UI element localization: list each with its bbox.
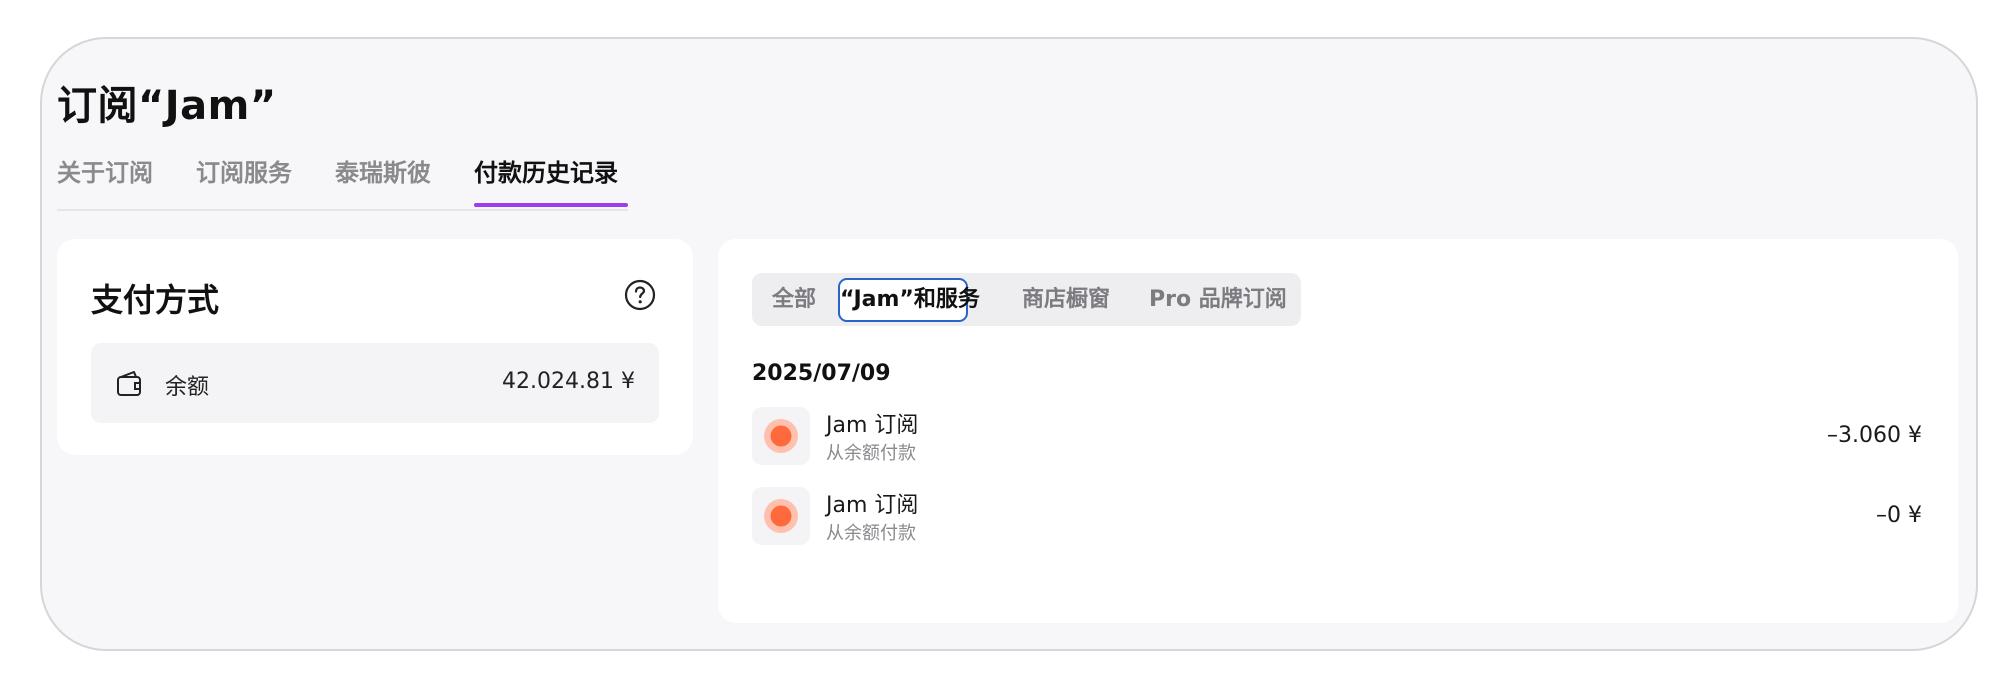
balance-label: 余额 <box>165 375 210 400</box>
tab-about-subscription[interactable]: 关于订阅 <box>57 153 153 188</box>
transaction-title: Jam 订阅 <box>826 413 919 438</box>
filter-all[interactable]: 全部 <box>772 273 816 326</box>
tab-teresbi[interactable]: 泰瑞斯彼 <box>335 153 431 188</box>
transaction-icon <box>752 487 810 545</box>
transaction-amount: –0 ¥ <box>1876 503 1922 528</box>
history-filter-bar: 全部 “Jam”和服务 商店橱窗 Pro 品牌订阅 <box>752 273 1301 326</box>
transaction-row[interactable]: Jam 订阅 从余额付款 –3.060 ¥ <box>752 407 1922 467</box>
tab-payment-history-label: 付款历史记录 <box>474 159 618 187</box>
page-title: 订阅“Jam” <box>57 83 277 129</box>
transaction-amount: –3.060 ¥ <box>1827 423 1922 448</box>
transaction-subtitle: 从余额付款 <box>826 523 916 544</box>
payment-method-title: 支付方式 <box>91 281 220 319</box>
transaction-icon <box>752 407 810 465</box>
payment-method-card: 支付方式 余额 42.024.81 ¥ <box>57 239 693 455</box>
filter-storefront[interactable]: 商店橱窗 <box>1022 273 1110 326</box>
filter-pro-brand-subscription[interactable]: Pro 品牌订阅 <box>1149 273 1287 326</box>
transaction-row[interactable]: Jam 订阅 从余额付款 –0 ¥ <box>752 487 1922 547</box>
balance-row[interactable]: 余额 42.024.81 ¥ <box>91 343 659 423</box>
question-circle-icon[interactable] <box>624 279 656 311</box>
active-tab-indicator <box>474 203 628 207</box>
tab-payment-history[interactable]: 付款历史记录 <box>474 153 628 207</box>
subscription-window: 订阅“Jam” 关于订阅 订阅服务 泰瑞斯彼 付款历史记录 支付方式 余额 42… <box>40 37 1978 651</box>
transaction-title: Jam 订阅 <box>826 493 919 518</box>
tab-subscription-services[interactable]: 订阅服务 <box>196 153 292 188</box>
transaction-subtitle: 从余额付款 <box>826 443 916 464</box>
balance-value: 42.024.81 ¥ <box>502 369 635 394</box>
wallet-icon <box>115 369 145 399</box>
tab-bar: 关于订阅 订阅服务 泰瑞斯彼 付款历史记录 <box>57 153 628 211</box>
date-heading: 2025/07/09 <box>752 361 891 386</box>
payment-history-card: 全部 “Jam”和服务 商店橱窗 Pro 品牌订阅 2025/07/09 Jam… <box>718 239 1958 623</box>
filter-jam-and-services[interactable]: “Jam”和服务 <box>838 278 980 322</box>
